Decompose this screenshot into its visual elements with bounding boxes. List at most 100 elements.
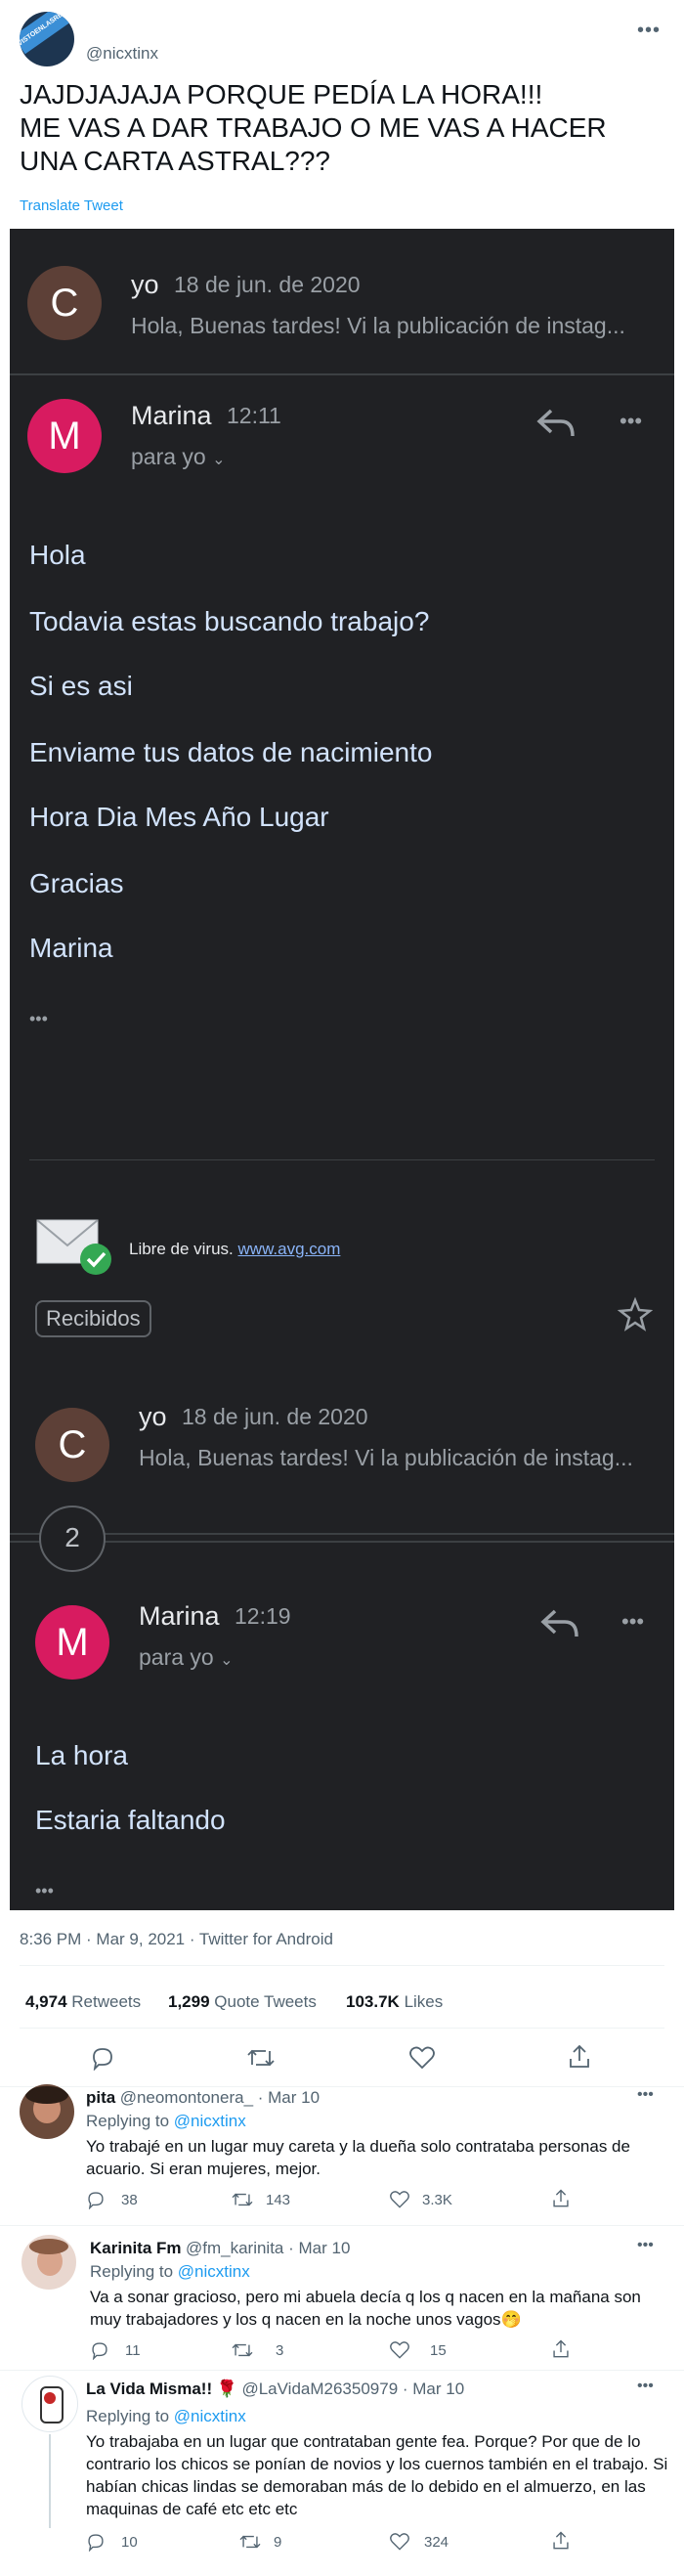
avatar[interactable]: [21, 2235, 76, 2290]
reply-author-handle[interactable]: @neomontonera_ · Mar 10: [120, 2088, 320, 2107]
email-body-line: Todavia estas buscando trabajo?: [29, 606, 430, 636]
avatar: C: [35, 1408, 109, 1482]
reply-author-handle[interactable]: @LaVidaM26350979 · Mar 10: [241, 2380, 464, 2398]
message-snippet[interactable]: Hola, Buenas tardes! Vi la publicación d…: [139, 1445, 633, 1471]
like-label: Likes: [404, 1992, 444, 2011]
quote-count[interactable]: 1,299 Quote Tweets: [168, 1992, 317, 2012]
more-icon[interactable]: •••: [621, 1609, 644, 1635]
more-icon[interactable]: •••: [637, 20, 661, 42]
retweet-icon[interactable]: [231, 2340, 254, 2360]
like-count: 324: [424, 2534, 449, 2551]
author-handle[interactable]: @nicxtinx: [86, 44, 158, 64]
reply-icon[interactable]: [90, 2045, 115, 2071]
more-icon[interactable]: •••: [637, 2237, 654, 2254]
translate-link[interactable]: Translate Tweet: [20, 197, 123, 214]
replying-to-link[interactable]: @nicxtinx: [174, 2407, 246, 2425]
avatar: M: [27, 399, 102, 473]
more-icon[interactable]: •••: [620, 409, 642, 434]
like-count[interactable]: 103.7K Likes: [346, 1992, 443, 2012]
avatar[interactable]: [20, 2084, 74, 2139]
message-date: 18 de jun. de 2020: [182, 1404, 368, 1429]
avg-link[interactable]: www.avg.com: [238, 1240, 341, 1258]
reply-icon[interactable]: [539, 1607, 580, 1640]
avatar[interactable]: [21, 2376, 78, 2432]
email-body-line: Estaria faltando: [35, 1805, 226, 1835]
divider: [0, 2086, 684, 2087]
divider: [20, 1965, 664, 1966]
recipient-label[interactable]: para yo ⌄: [131, 444, 226, 470]
sender-name: Marina: [139, 1601, 220, 1631]
share-icon[interactable]: [551, 2188, 571, 2209]
show-trimmed-content[interactable]: •••: [29, 1009, 48, 1029]
retweet-icon[interactable]: [246, 2045, 276, 2071]
retweet-label: Retweets: [71, 1992, 142, 2011]
recipient-label[interactable]: para yo ⌄: [139, 1644, 234, 1671]
virus-free-text: Libre de virus. www.avg.com: [129, 1240, 340, 1259]
like-icon[interactable]: [389, 2532, 410, 2552]
retweet-count: 143: [266, 2192, 291, 2208]
more-icon[interactable]: •••: [637, 2378, 654, 2395]
replying-to: Replying to @nicxtinx: [90, 2262, 250, 2282]
retweet-count[interactable]: 4,974 Retweets: [25, 1992, 141, 2012]
divider: [10, 1541, 674, 1543]
reply-text: Yo trabajaba en un lugar que contrataban…: [86, 2432, 668, 2518]
more-icon[interactable]: •••: [637, 2086, 654, 2104]
share-icon[interactable]: [551, 2530, 571, 2552]
reply-author-handle[interactable]: @fm_karinita · Mar 10: [186, 2239, 350, 2257]
reply-text: Va a sonar gracioso, pero mi abuela decí…: [90, 2288, 641, 2329]
divider: [10, 1533, 674, 1535]
reply-author-name[interactable]: Karinita Fm: [90, 2239, 182, 2257]
divider: [20, 2028, 664, 2029]
reply-author-name[interactable]: pita: [86, 2088, 115, 2107]
message-time: 12:11: [227, 403, 281, 428]
reply-icon[interactable]: [90, 2340, 109, 2360]
recipient-text: para yo: [131, 444, 206, 469]
share-icon[interactable]: [567, 2043, 592, 2071]
email-body-line: Si es asi: [29, 671, 133, 701]
email-body-line: Hora Dia Mes Año Lugar: [29, 802, 329, 832]
envelope-check-icon: [36, 1219, 111, 1275]
like-icon[interactable]: [389, 2340, 410, 2360]
message-snippet[interactable]: Hola, Buenas tardes! Vi la publicación d…: [131, 313, 625, 339]
like-icon[interactable]: [408, 2045, 436, 2071]
recipient-text: para yo: [139, 1644, 214, 1670]
share-icon[interactable]: [551, 2338, 571, 2360]
author-avatar[interactable]: VISTOENLASREDES.COM: [20, 12, 74, 66]
divider: [0, 2370, 684, 2371]
message-time: 12:19: [235, 1603, 291, 1629]
retweet-count: 9: [274, 2534, 282, 2551]
sender-name: Marina: [131, 401, 212, 430]
sender-name: yo: [139, 1402, 167, 1431]
divider: [0, 2225, 684, 2226]
chevron-down-icon: ⌄: [212, 452, 226, 468]
collapsed-messages-count[interactable]: 2: [39, 1506, 106, 1572]
like-icon[interactable]: [389, 2190, 410, 2209]
reply-icon[interactable]: [86, 2190, 106, 2209]
label-chip-inbox[interactable]: Recibidos: [35, 1300, 151, 1337]
email-screenshot: C yo 18 de jun. de 2020 Hola, Buenas tar…: [10, 229, 674, 1910]
email-body-line: Gracias: [29, 868, 124, 898]
like-count: 3.3K: [422, 2192, 452, 2208]
retweet-icon[interactable]: [238, 2532, 262, 2552]
reply-icon[interactable]: [86, 2532, 106, 2552]
replying-to: Replying to @nicxtinx: [86, 2407, 246, 2426]
reply-author-name[interactable]: La Vida Misma!! 🌹: [86, 2380, 237, 2398]
email-body-line: Enviame tus datos de nacimiento: [29, 737, 433, 767]
reply-header: La Vida Misma!! 🌹 @LaVidaM26350979 · Mar…: [86, 2380, 464, 2399]
tweet-timestamp[interactable]: 8:36 PM · Mar 9, 2021 · Twitter for Andr…: [20, 1930, 333, 1949]
replying-to-link[interactable]: @nicxtinx: [174, 2112, 246, 2130]
reply-header: Karinita Fm @fm_karinita · Mar 10: [90, 2239, 350, 2258]
virus-free-label: Libre de virus.: [129, 1240, 234, 1258]
reply-icon[interactable]: [535, 407, 577, 440]
star-icon[interactable]: [618, 1296, 653, 1332]
retweet-icon[interactable]: [231, 2190, 254, 2209]
retweet-number: 4,974: [25, 1992, 67, 2011]
replying-to-link[interactable]: @nicxtinx: [178, 2262, 250, 2281]
reply-text: Yo trabajé en un lugar muy careta y la d…: [86, 2137, 630, 2178]
show-trimmed-content[interactable]: •••: [35, 1881, 54, 1901]
like-number: 103.7K: [346, 1992, 400, 2011]
avatar: C: [27, 266, 102, 340]
avatar-watermark: VISTOENLASREDES.COM: [20, 12, 74, 55]
quote-label: Quote Tweets: [214, 1992, 317, 2011]
sender-name: yo: [131, 270, 159, 299]
